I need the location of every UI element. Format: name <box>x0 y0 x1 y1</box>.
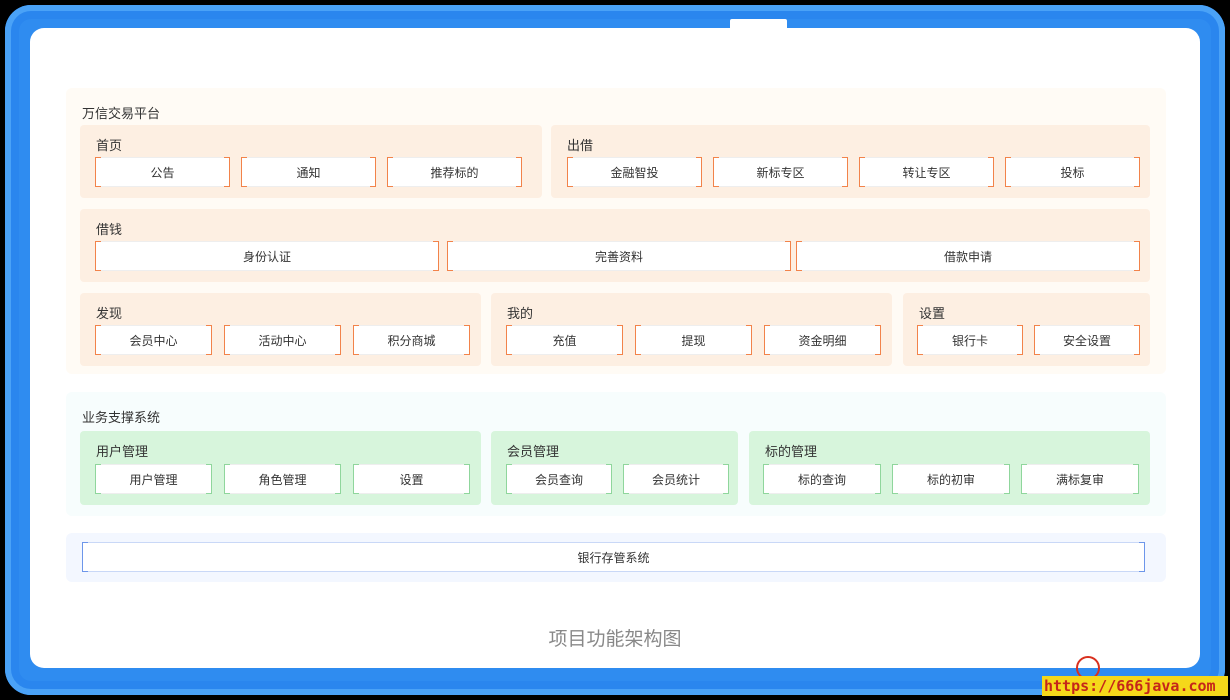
box-identity-verify[interactable]: 身份认证 <box>95 241 439 271</box>
box-member-query[interactable]: 会员查询 <box>506 464 612 494</box>
group-member-mgmt-title: 会员管理 <box>507 445 560 460</box>
box-complete-profile[interactable]: 完善资料 <box>447 241 791 271</box>
box-recommended-bids[interactable]: 推荐标的 <box>387 157 522 187</box>
box-member-center[interactable]: 会员中心 <box>95 325 212 355</box>
watermark-url: https://666java.com <box>1042 676 1228 696</box>
group-mine-title: 我的 <box>507 307 534 322</box>
box-bank-depository[interactable]: 银行存管系统 <box>82 542 1145 572</box>
group-borrow-title: 借钱 <box>96 223 123 238</box>
box-full-bid-review[interactable]: 满标复审 <box>1021 464 1139 494</box>
box-fund-details[interactable]: 资金明细 <box>764 325 881 355</box>
box-user-settings[interactable]: 设置 <box>353 464 470 494</box>
box-announcement[interactable]: 公告 <box>95 157 230 187</box>
box-transfer-zone[interactable]: 转让专区 <box>859 157 994 187</box>
business-support-title: 业务支撑系统 <box>82 411 161 426</box>
box-points-mall[interactable]: 积分商城 <box>353 325 470 355</box>
group-user-mgmt-title: 用户管理 <box>96 445 149 460</box>
box-security-settings[interactable]: 安全设置 <box>1034 325 1140 355</box>
box-bid-query[interactable]: 标的查询 <box>763 464 881 494</box>
group-bid-mgmt-title: 标的管理 <box>765 445 818 460</box>
box-user-management[interactable]: 用户管理 <box>95 464 212 494</box>
box-bid[interactable]: 投标 <box>1005 157 1140 187</box>
trading-platform-title: 万信交易平台 <box>82 107 161 122</box>
box-member-stats[interactable]: 会员统计 <box>623 464 729 494</box>
box-role-management[interactable]: 角色管理 <box>224 464 341 494</box>
group-discover-title: 发现 <box>96 307 123 322</box>
box-new-bids[interactable]: 新标专区 <box>713 157 848 187</box>
watermark-logo: https://666java.com <box>1042 654 1228 698</box>
box-loan-apply[interactable]: 借款申请 <box>796 241 1140 271</box>
group-lend-title: 出借 <box>567 139 594 154</box>
box-withdraw[interactable]: 提现 <box>635 325 752 355</box>
box-smart-invest[interactable]: 金融智投 <box>567 157 702 187</box>
box-bank-card[interactable]: 银行卡 <box>917 325 1023 355</box>
box-activity-center[interactable]: 活动中心 <box>224 325 341 355</box>
box-recharge[interactable]: 充值 <box>506 325 623 355</box>
group-home-title: 首页 <box>96 139 123 154</box>
diagram-caption: 项目功能架构图 <box>548 628 682 650</box>
group-settings-title: 设置 <box>919 307 946 322</box>
box-bid-first-review[interactable]: 标的初审 <box>892 464 1010 494</box>
box-notice[interactable]: 通知 <box>241 157 376 187</box>
